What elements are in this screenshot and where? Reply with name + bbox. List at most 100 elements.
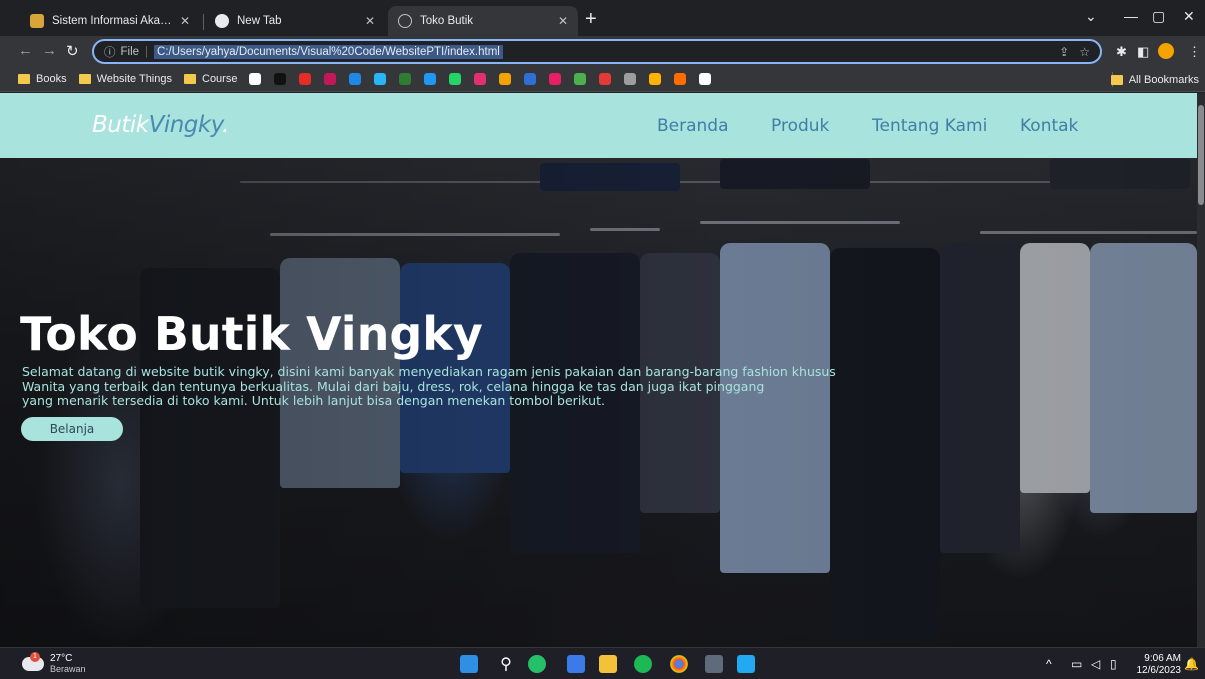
new-tab-button[interactable]: + (585, 9, 597, 29)
bookmark-favicon-icon[interactable] (599, 73, 612, 85)
bookmark-folder-course[interactable]: Course (184, 73, 237, 85)
back-button[interactable]: ← (18, 42, 33, 59)
file-label: File (120, 45, 140, 58)
bookmark-favicon-icon[interactable] (549, 73, 562, 85)
bookmark-favicon-icon[interactable] (499, 73, 512, 85)
vscode-icon[interactable] (737, 655, 755, 673)
bookmarks-bar: Books Website Things Course All Bookmark… (0, 67, 1205, 92)
volume-icon[interactable]: ◁ (1091, 657, 1100, 671)
bookmark-label: Books (36, 73, 67, 85)
bookmark-favicon-icon[interactable] (424, 73, 437, 85)
bookmark-favicon-icon[interactable] (249, 73, 262, 85)
info-icon[interactable]: ⓘ (104, 44, 116, 60)
site-navbar: ButikVingky. Beranda Produk Tentang Kami… (0, 93, 1197, 158)
search-icon[interactable]: ⚲ (497, 655, 515, 673)
bookmark-favicon-icon[interactable] (374, 73, 387, 85)
chrome-icon[interactable] (670, 655, 688, 673)
weather-temp: 27°C (50, 653, 73, 664)
bookmark-favicon-icon[interactable] (649, 73, 662, 85)
browser-toolbar: ← → ↻ ⓘ File | C:/Users/yahya/Documents/… (0, 36, 1205, 67)
bookmark-favicon-icon[interactable] (674, 73, 687, 85)
tab-siakad[interactable]: Sistem Informasi Akademik Mah ✕ (20, 6, 200, 36)
minimize-button[interactable]: — (1124, 8, 1138, 24)
tab-title: Toko Butik (420, 15, 474, 27)
forward-button[interactable]: → (42, 42, 57, 59)
bookmark-favicon-icon[interactable] (349, 73, 362, 85)
page-scrollbar[interactable] (1197, 93, 1205, 647)
close-icon[interactable]: ✕ (180, 14, 190, 28)
bookmark-favicon-icon[interactable] (699, 73, 712, 85)
logo-part-2: Vingky (148, 112, 223, 138)
hero-description-line: yang menarik tersedia di toko kami. Untu… (22, 393, 605, 408)
bookmark-folder-books[interactable]: Books (18, 73, 67, 85)
reload-button[interactable]: ↻ (66, 42, 79, 60)
close-window-button[interactable]: ✕ (1183, 8, 1195, 25)
bookmark-folder-website-things[interactable]: Website Things (78, 73, 172, 85)
close-icon[interactable]: ✕ (365, 14, 375, 28)
weather-alert-badge: 1 (30, 652, 40, 662)
bookmark-star-icon[interactable]: ☆ (1079, 45, 1090, 59)
network-icon[interactable]: ▭ (1071, 657, 1082, 671)
spotify-icon[interactable] (634, 655, 652, 673)
menu-produk[interactable]: Produk (771, 116, 829, 136)
globe-icon (398, 14, 412, 28)
taskbar-clock[interactable]: 9:06 AM 12/6/2023 (1137, 653, 1182, 677)
scrollbar-thumb[interactable] (1198, 105, 1204, 205)
hero-description-line: Selamat datang di website butik vingky, … (22, 364, 836, 379)
whatsapp-icon[interactable] (528, 655, 546, 673)
logo-part-1: Butik (92, 112, 149, 138)
site-logo[interactable]: ButikVingky. (92, 112, 229, 138)
bookmark-label: Course (202, 73, 238, 85)
bookmark-icon-group (249, 73, 724, 85)
address-divider: | (145, 45, 149, 58)
restore-button[interactable]: ▢ (1152, 8, 1165, 25)
tab-new-tab[interactable]: New Tab ✕ (205, 6, 385, 36)
weather-widget[interactable]: 1 27°C Berawan (22, 652, 86, 674)
page-viewport: ButikVingky. Beranda Produk Tentang Kami… (0, 93, 1205, 647)
bookmark-favicon-icon[interactable] (574, 73, 587, 85)
folder-icon (18, 74, 30, 84)
address-url[interactable]: C:/Users/yahya/Documents/Visual%20Code/W… (154, 44, 503, 59)
hero-description-line: Wanita yang terbaik dan tentunya berkual… (22, 378, 765, 394)
belanja-button[interactable]: Belanja (21, 417, 123, 441)
clock-time: 9:06 AM (1144, 653, 1181, 664)
calculator-icon[interactable] (705, 655, 723, 673)
windows-start-icon[interactable] (460, 655, 478, 673)
close-icon[interactable]: ✕ (558, 14, 568, 28)
bookmark-favicon-icon[interactable] (324, 73, 337, 85)
side-panel-icon[interactable]: ◧ (1137, 44, 1149, 60)
chevron-up-icon[interactable]: ^ (1046, 657, 1052, 671)
share-icon[interactable]: ⇪ (1059, 45, 1069, 59)
weather-desc: Berawan (50, 664, 86, 674)
battery-icon[interactable]: ▯ (1110, 657, 1117, 671)
profile-avatar[interactable] (1158, 43, 1174, 59)
bookmark-favicon-icon[interactable] (474, 73, 487, 85)
notification-bell-icon[interactable]: 🔔 (1184, 657, 1199, 671)
bookmark-favicon-icon[interactable] (274, 73, 287, 85)
os-taskbar: 1 27°C Berawan ⚲ ^ ▭ ◁ ▯ 9:06 AM 12/6/20… (0, 647, 1205, 679)
folder-icon (184, 74, 196, 84)
menu-beranda[interactable]: Beranda (657, 116, 729, 136)
notepad-icon[interactable] (567, 655, 585, 673)
bookmark-favicon-icon[interactable] (449, 73, 462, 85)
tab-search-icon[interactable]: ⌄ (1085, 8, 1097, 25)
tab-toko-butik[interactable]: Toko Butik ✕ (388, 6, 578, 36)
all-bookmarks-button[interactable]: All Bookmarks (1110, 74, 1199, 86)
omnibox-actions: ⇪ ☆ (1059, 45, 1090, 59)
hero-description: Selamat datang di website butik vingky, … (22, 364, 842, 409)
address-bar[interactable]: ⓘ File | C:/Users/yahya/Documents/Visual… (92, 39, 1102, 64)
bookmark-favicon-icon[interactable] (524, 73, 537, 85)
file-explorer-icon[interactable] (599, 655, 617, 673)
cloud-icon: 1 (22, 652, 44, 671)
menu-tentang-kami[interactable]: Tentang Kami (872, 116, 987, 136)
menu-kebab-icon[interactable]: ⋮ (1188, 44, 1201, 60)
bookmark-favicon-icon[interactable] (399, 73, 412, 85)
extensions-icon[interactable]: ✱ (1116, 44, 1127, 60)
menu-kontak[interactable]: Kontak (1020, 116, 1078, 136)
folder-icon (78, 74, 91, 84)
folder-icon (1110, 75, 1123, 85)
all-bookmarks-label: All Bookmarks (1128, 74, 1199, 86)
bookmark-favicon-icon[interactable] (624, 73, 637, 85)
bookmark-favicon-icon[interactable] (299, 73, 312, 85)
tab-title: New Tab (237, 15, 282, 27)
